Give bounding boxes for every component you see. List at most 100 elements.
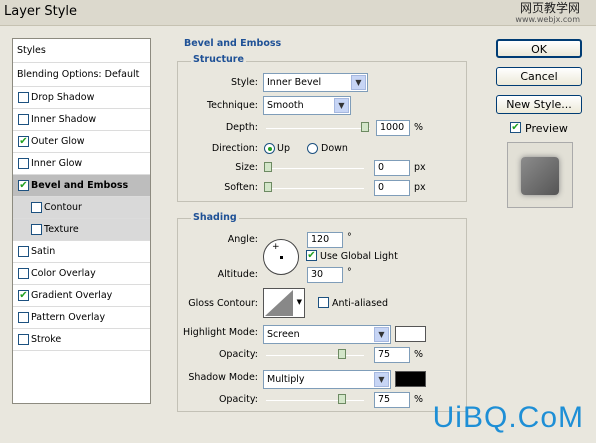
altitude-input[interactable]: 30 [307,267,343,283]
size-input[interactable]: 0 [374,160,410,176]
shadow-opacity-slider[interactable] [266,400,364,401]
direction-down-radio[interactable] [307,143,318,154]
watermark-top-line2: www.webjx.com [515,15,580,24]
style-item-color-overlay[interactable]: Color Overlay [13,263,150,285]
preview-thumbnail [521,157,559,195]
shadow-color-swatch[interactable] [395,371,426,387]
style-item-label: Contour [44,202,82,213]
style-item-checkbox[interactable] [18,312,29,323]
cancel-button[interactable]: Cancel [496,67,582,86]
direction-up-radio[interactable] [264,143,275,154]
preview-checkbox[interactable]: ✔ [510,122,521,133]
angle-input[interactable]: 120 [307,232,343,248]
style-item-checkbox[interactable]: ✔ [18,180,29,191]
soften-input[interactable]: 0 [374,180,410,196]
title-bar: Layer Style 网页教学网 www.webjx.com [0,0,596,26]
new-style-button[interactable]: New Style... [496,95,582,114]
style-item-contour[interactable]: Contour [13,197,150,219]
style-item-label: Outer Glow [31,136,85,147]
style-item-checkbox[interactable] [18,92,29,103]
styles-list: Styles Blending Options: Default Drop Sh… [12,38,151,404]
style-item-bevel-and-emboss[interactable]: ✔ Bevel and Emboss [13,175,150,197]
style-item-label: Texture [44,224,79,235]
style-select[interactable]: Inner Bevel ▼ [263,73,368,92]
style-item-checkbox[interactable] [18,158,29,169]
highlight-opacity-thumb[interactable] [338,349,346,359]
technique-label: Technique: [206,100,258,111]
depth-input[interactable]: 1000 [376,120,410,136]
style-item-checkbox[interactable]: ✔ [18,290,29,301]
highlight-opacity-slider[interactable] [266,355,364,356]
depth-unit: % [414,122,424,133]
style-item-gradient-overlay[interactable]: ✔ Gradient Overlay [13,285,150,307]
style-item-pattern-overlay[interactable]: Pattern Overlay [13,307,150,329]
blending-options[interactable]: Blending Options: Default [13,63,150,87]
gloss-contour-thumbnail-icon [265,290,293,316]
style-item-label: Pattern Overlay [31,312,106,323]
style-item-drop-shadow[interactable]: Drop Shadow [13,87,150,109]
soften-slider-thumb[interactable] [264,182,272,192]
style-item-label: Stroke [31,334,62,345]
watermark-bottom: UiBQ.CoM [432,401,584,434]
style-item-inner-shadow[interactable]: Inner Shadow [13,109,150,131]
depth-label: Depth: [225,122,258,133]
size-unit: px [414,162,426,173]
antialiased-checkbox[interactable] [318,297,329,308]
depth-slider-thumb[interactable] [361,122,369,132]
bevel-section-title: Bevel and Emboss [182,38,284,49]
soften-slider[interactable] [266,188,364,189]
depth-slider[interactable] [266,128,370,129]
style-item-label: Drop Shadow [31,92,95,103]
preview-swatch [507,142,573,208]
style-item-outer-glow[interactable]: ✔ Outer Glow [13,131,150,153]
chevron-down-icon: ▼ [374,372,389,387]
style-item-stroke[interactable]: Stroke [13,329,150,351]
shadow-mode-select[interactable]: Multiply ▼ [263,370,391,389]
technique-select-value: Smooth [267,100,304,111]
style-item-label: Color Overlay [31,268,96,279]
shading-title: Shading [191,212,239,223]
global-light-checkbox[interactable]: ✔ [306,250,317,261]
altitude-unit: ° [347,267,352,278]
window-title: Layer Style [4,4,78,19]
angle-dial[interactable]: + [263,239,299,275]
direction-down-label: Down [321,143,348,154]
highlight-opacity-value: 75 [378,349,391,360]
angle-dial-center [280,256,283,259]
shadow-opacity-label: Opacity: [218,394,258,405]
shadow-mode-label: Shadow Mode: [188,372,258,383]
gloss-contour-picker[interactable]: ▼ [263,288,305,318]
size-slider-thumb[interactable] [264,162,272,172]
style-item-checkbox[interactable] [18,334,29,345]
chevron-down-icon: ▼ [374,327,389,342]
style-item-checkbox[interactable] [18,268,29,279]
size-slider[interactable] [266,168,364,169]
shadow-opacity-thumb[interactable] [338,394,346,404]
highlight-color-swatch[interactable] [395,326,426,342]
style-item-checkbox[interactable] [18,114,29,125]
ok-button[interactable]: OK [496,39,582,58]
style-item-label: Inner Glow [31,158,83,169]
styles-header[interactable]: Styles [13,39,150,63]
angle-label: Angle: [227,234,258,245]
style-item-checkbox[interactable] [18,246,29,257]
style-item-satin[interactable]: Satin [13,241,150,263]
style-select-value: Inner Bevel [267,77,322,88]
highlight-mode-select[interactable]: Screen ▼ [263,325,391,344]
highlight-opacity-input[interactable]: 75 [374,347,410,363]
style-item-checkbox[interactable] [31,202,42,213]
gloss-contour-label: Gloss Contour: [188,298,258,309]
soften-input-value: 0 [378,182,385,193]
technique-select[interactable]: Smooth ▼ [263,96,351,115]
style-item-texture[interactable]: Texture [13,219,150,241]
angle-dial-crosshair-icon: + [272,242,280,252]
style-item-inner-glow[interactable]: Inner Glow [13,153,150,175]
watermark-top-line1: 网页教学网 [519,1,580,15]
shadow-opacity-input[interactable]: 75 [374,392,410,408]
angle-input-value: 120 [311,234,330,245]
style-item-label: Bevel and Emboss [31,180,129,191]
direction-up-label: Up [277,143,290,154]
style-item-checkbox[interactable] [31,224,42,235]
chevron-down-icon: ▼ [351,75,366,90]
style-item-checkbox[interactable]: ✔ [18,136,29,147]
